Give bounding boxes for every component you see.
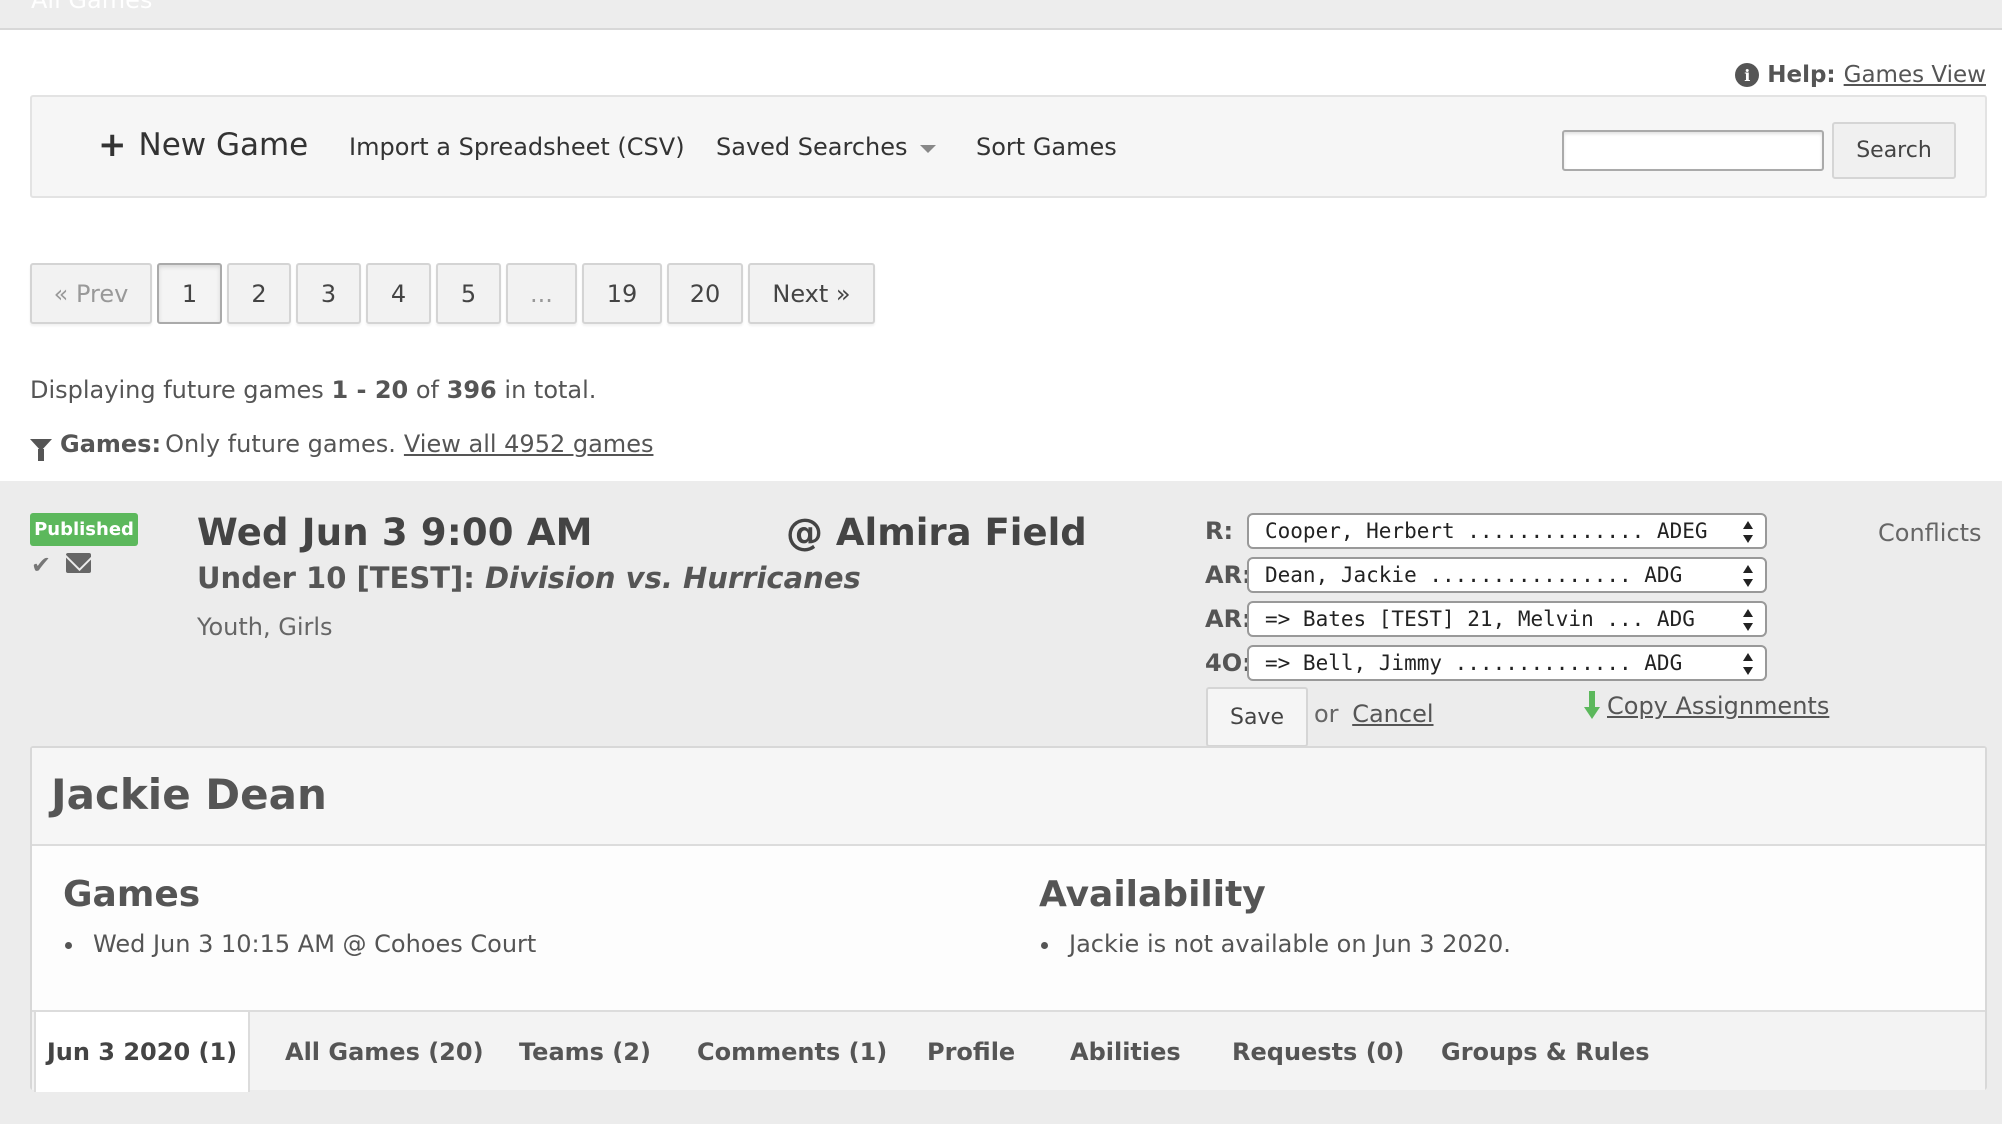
official-name: Jackie Dean — [51, 770, 327, 819]
game-title: Under 10 [TEST]: Division vs. Hurricanes — [197, 561, 861, 595]
info-icon: i — [1735, 63, 1760, 87]
assignment-row-fourth-official: 4O: => Bell, Jimmy .............. ADG — [1205, 645, 1767, 681]
page-title: All Games — [31, 0, 153, 14]
official-tabs: Jun 3 2020 (1) All Games (20) Teams (2) … — [32, 1010, 1985, 1092]
prev-page-button[interactable]: « Prev — [30, 263, 152, 324]
new-game-label: New Game — [138, 127, 309, 163]
assignment-row-ar1: AR: Dean, Jackie ................ ADG — [1205, 557, 1767, 593]
tab-abilities[interactable]: Abilities — [1070, 1012, 1181, 1092]
summary-of: of — [415, 376, 440, 404]
import-csv-link[interactable]: Import a Spreadsheet (CSV) — [349, 133, 685, 161]
help-games-view-link[interactable]: Games View — [1844, 62, 1986, 88]
pagination: « Prev 1 2 3 4 5 ... 19 20 Next » — [30, 263, 875, 324]
top-bar: All Games — [0, 0, 2002, 30]
toolbar: + New Game Import a Spreadsheet (CSV) Sa… — [30, 95, 1987, 198]
page-1-button[interactable]: 1 — [157, 263, 222, 324]
page-2-button[interactable]: 2 — [227, 263, 291, 324]
game-tags: Youth, Girls — [197, 613, 333, 641]
filter-icon — [30, 439, 52, 461]
assignment-value: Cooper, Herbert .............. ADEG — [1265, 519, 1708, 543]
filter-line: Games: Only future games. View all 4952 … — [30, 430, 654, 461]
or-text: or — [1314, 700, 1339, 728]
tab-all-games[interactable]: All Games (20) — [285, 1012, 484, 1092]
assignment-role: R: — [1205, 517, 1234, 545]
assignment-value: => Bell, Jimmy .............. ADG — [1265, 651, 1683, 675]
save-button[interactable]: Save — [1206, 687, 1308, 747]
page-20-button[interactable]: 20 — [667, 263, 743, 324]
tab-jun-3-2020[interactable]: Jun 3 2020 (1) — [34, 1012, 250, 1092]
select-arrows-icon — [1743, 653, 1753, 675]
official-panel-header: Jackie Dean — [32, 748, 1985, 846]
assignment-role: AR: — [1205, 605, 1252, 633]
page-4-button[interactable]: 4 — [366, 263, 431, 324]
cancel-link[interactable]: Cancel — [1352, 700, 1433, 728]
filter-text: Only future games. — [165, 430, 396, 458]
assignment-select-ar1[interactable]: Dean, Jackie ................ ADG — [1247, 557, 1767, 593]
official-games-list: Wed Jun 3 10:15 AM @ Cohoes Court — [63, 930, 536, 958]
official-availability-title: Availability — [1039, 874, 1266, 915]
official-games-title: Games — [63, 874, 201, 915]
assignment-select-ar2[interactable]: => Bates [TEST] 21, Melvin ... ADG — [1247, 601, 1767, 637]
select-arrows-icon — [1743, 521, 1753, 543]
or-cancel: or Cancel — [1314, 700, 1434, 728]
assignment-row-ar2: AR: => Bates [TEST] 21, Melvin ... ADG — [1205, 601, 1767, 637]
filter-label: Games: — [60, 430, 162, 458]
tab-groups-rules[interactable]: Groups & Rules — [1441, 1012, 1650, 1092]
select-arrows-icon — [1743, 565, 1753, 587]
summary-prefix: Displaying future games — [30, 376, 324, 404]
tab-teams[interactable]: Teams (2) — [519, 1012, 651, 1092]
page-3-button[interactable]: 3 — [296, 263, 361, 324]
tab-requests[interactable]: Requests (0) — [1232, 1012, 1404, 1092]
tab-profile[interactable]: Profile — [927, 1012, 1015, 1092]
list-item: Wed Jun 3 10:15 AM @ Cohoes Court — [63, 930, 536, 958]
page-ellipsis: ... — [506, 263, 577, 324]
summary-total: 396 — [446, 376, 497, 404]
view-all-games-link[interactable]: View all 4952 games — [404, 430, 654, 458]
assignment-select-referee[interactable]: Cooper, Herbert .............. ADEG — [1247, 513, 1767, 549]
assignment-select-fourth-official[interactable]: => Bell, Jimmy .............. ADG — [1247, 645, 1767, 681]
assignment-row-referee: R: Cooper, Herbert .............. ADEG — [1205, 513, 1767, 549]
saved-searches-label: Saved Searches — [716, 133, 908, 161]
search-input[interactable] — [1562, 130, 1824, 171]
envelope-icon[interactable] — [66, 553, 91, 573]
arrow-down-icon — [1584, 691, 1600, 721]
next-page-button[interactable]: Next » — [748, 263, 875, 324]
saved-searches-dropdown[interactable]: Saved Searches — [716, 133, 936, 161]
game-location: @ Almira Field — [786, 511, 1087, 554]
page-5-button[interactable]: 5 — [436, 263, 501, 324]
tab-comments[interactable]: Comments (1) — [697, 1012, 887, 1092]
new-game-button[interactable]: + New Game — [98, 127, 308, 163]
game-division: Under 10 [TEST]: — [197, 561, 475, 595]
search-button[interactable]: Search — [1832, 122, 1956, 179]
game-time: Wed Jun 3 9:00 AM — [197, 511, 593, 554]
summary-range: 1 - 20 — [331, 376, 409, 404]
assignment-value: Dean, Jackie ................ ADG — [1265, 563, 1683, 587]
help-section: i Help: Games View — [1735, 62, 1986, 88]
official-availability-list: Jackie is not available on Jun 3 2020. — [1039, 930, 1511, 958]
copy-assignments: Copy Assignments — [1584, 691, 1829, 721]
game-matchup: Division vs. Hurricanes — [484, 561, 861, 595]
list-item: Jackie is not available on Jun 3 2020. — [1039, 930, 1511, 958]
help-label: Help: — [1767, 62, 1836, 88]
copy-assignments-link[interactable]: Copy Assignments — [1607, 692, 1829, 720]
assignment-value: => Bates [TEST] 21, Melvin ... ADG — [1265, 607, 1695, 631]
select-arrows-icon — [1743, 609, 1753, 631]
assignment-role: 4O: — [1205, 649, 1252, 677]
check-icon[interactable]: ✔ — [31, 551, 51, 579]
official-panel: Jackie Dean Games Wed Jun 3 10:15 AM @ C… — [30, 746, 1987, 1092]
status-badge: Published — [30, 513, 138, 546]
page-19-button[interactable]: 19 — [582, 263, 662, 324]
assignment-role: AR: — [1205, 561, 1252, 589]
conflicts-link[interactable]: Conflicts — [1878, 519, 1982, 547]
sort-games-link[interactable]: Sort Games — [976, 133, 1117, 161]
summary-suffix: in total. — [504, 376, 597, 404]
caret-down-icon — [919, 145, 936, 153]
plus-icon: + — [98, 125, 127, 165]
results-summary: Displaying future games 1 - 20 of 396 in… — [30, 376, 596, 404]
